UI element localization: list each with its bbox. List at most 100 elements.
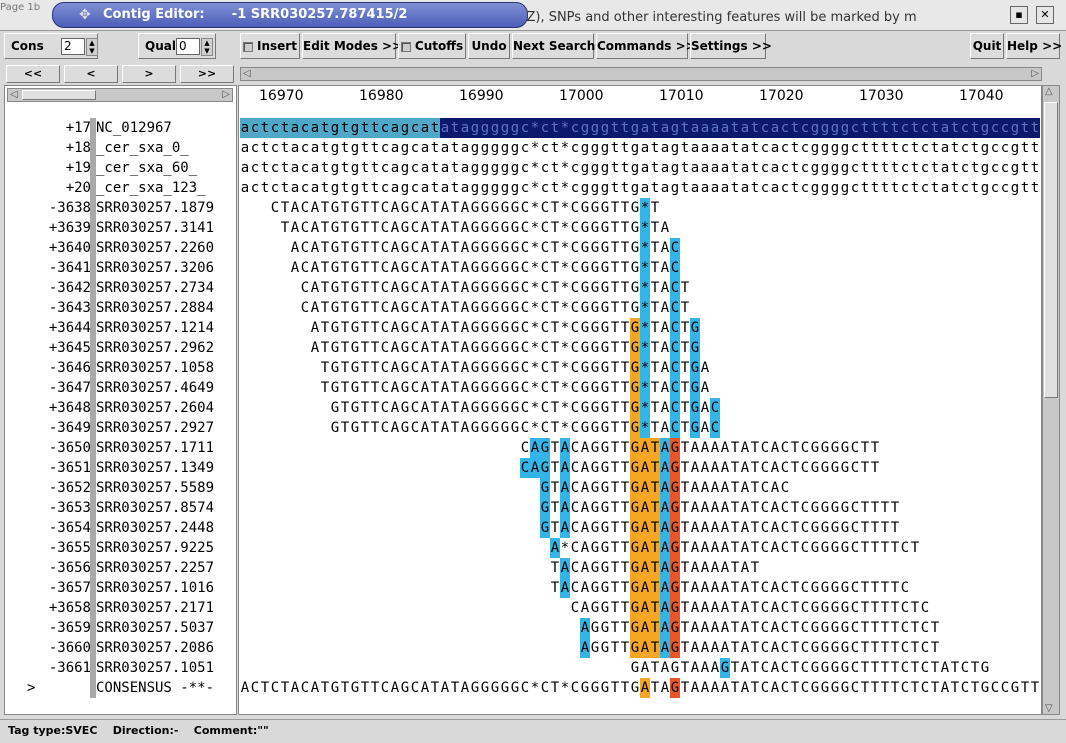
scroll-left-icon[interactable]: ◁ xyxy=(10,89,18,100)
read-name[interactable]: SRR030257.2086 xyxy=(96,638,214,658)
read-row-label[interactable]: +17 NC_012967 xyxy=(5,118,235,138)
read-row-label[interactable]: -3638 SRR030257.1879 xyxy=(5,198,235,218)
undo-button[interactable]: Undo xyxy=(468,33,510,59)
sequence-text[interactable]: C A T G T G T T C A G C A T A T A G G G G G C * C T * C G G G T T G * T A C T xyxy=(300,278,690,298)
down-arrow-icon[interactable]: ▼ xyxy=(202,47,212,55)
read-name[interactable]: SRR030257.1711 xyxy=(96,438,214,458)
sequence-row[interactable]: a c t c t a c a t g t g t t c a g c a t a t a g g g g g c * c t * c g g g t t g… xyxy=(239,158,1041,178)
read-row-label[interactable]: -3642 SRR030257.2734 xyxy=(5,278,235,298)
read-name[interactable]: SRR030257.2962 xyxy=(96,338,214,358)
read-row-label[interactable]: +3639 SRR030257.3141 xyxy=(5,218,235,238)
sequence-text[interactable]: A T G T G T T C A G C A T A T A G G G G G C * C T * C G G G T T G * T A C T G xyxy=(310,338,700,358)
sequence-text[interactable]: CAGTACAGGTTGATAGTAAAATATCACTCGGGGCTT xyxy=(520,438,880,458)
read-row-label[interactable]: -3649 SRR030257.2927 xyxy=(5,418,235,438)
read-row-label[interactable]: -3651 SRR030257.1349 xyxy=(5,458,235,478)
sequence-row[interactable]: GTACAGGTTGATAGTAAAATATCACTCGGGGCTTTT xyxy=(239,518,1041,538)
sequence-text[interactable]: GATAGTAAAGTATCACTCGGGGCTTTTCTCTATCTG xyxy=(630,658,990,678)
read-name[interactable]: SRR030257.1349 xyxy=(96,458,214,478)
next-button[interactable]: > xyxy=(122,65,176,83)
read-row-label[interactable]: +3658 SRR030257.2171 xyxy=(5,598,235,618)
sequence-row[interactable]: TACAGGTTGATAGTAAAATAT xyxy=(239,558,1041,578)
title-bar[interactable]: ✥ Contig Editor: -1 SRR030257.787415/2 xyxy=(52,2,528,28)
next-search-button[interactable]: Next Search xyxy=(512,33,595,59)
read-row-label[interactable]: -3653 SRR030257.8574 xyxy=(5,498,235,518)
scroll-thumb[interactable] xyxy=(22,90,96,100)
read-name[interactable]: SRR030257.2927 xyxy=(96,418,214,438)
read-name[interactable]: SRR030257.2604 xyxy=(96,398,214,418)
scroll-down-icon[interactable]: ▽ xyxy=(1045,703,1053,714)
sequence-row[interactable]: GATAGTAAAGTATCACTCGGGGCTTTTCTCTATCTG xyxy=(239,658,1041,678)
read-name[interactable]: SRR030257.2260 xyxy=(96,238,214,258)
close-icon[interactable]: ✕ xyxy=(1036,6,1054,24)
read-row-label[interactable]: +19 _cer_sxa_60_ xyxy=(5,158,235,178)
sequence-row[interactable]: CAGTACAGGTTGATAGTAAAATATCACTCGGGGCTT xyxy=(239,438,1041,458)
scroll-thumb[interactable] xyxy=(1044,102,1058,398)
sequence-text[interactable]: CAGGTTGATAGTAAAATATCACTCGGGGCTTTTCTC xyxy=(570,598,930,618)
sequence-text[interactable]: a c t c t a c a t g t g t t c a g c a t a t a g g g g g c * c t * c g g g t t g… xyxy=(240,178,1040,198)
sequence-text[interactable]: C T A C A T G T G T T C A G C A T A T A G G G G G C * C T * C G G G T T G * T xyxy=(270,198,660,218)
read-name[interactable]: _cer_sxa_0_ xyxy=(96,138,189,158)
sequence-text[interactable]: AGGTTGATAGTAAAATATCACTCGGGGCTTTTCTCT xyxy=(580,638,940,658)
sequence-text[interactable]: a c t c t a c a t g t g t t c a g c a t a t a g g g g g c * c t * c g g g t t g… xyxy=(240,138,1040,158)
sequence-text[interactable]: T A C A T G T G T T C A G C A T A T A G G G G G C * C T * C G G G T T G * T A xyxy=(280,218,670,238)
read-name[interactable]: SRR030257.1051 xyxy=(96,658,214,678)
sequence-row[interactable]: T G T G T T C A G C A T A T A G G G G G C * C T * C G G G T T G * T A C T G A xyxy=(239,358,1041,378)
names-scrollbar[interactable]: ◁ ▷ xyxy=(7,88,233,102)
scroll-left-icon[interactable]: ◁ xyxy=(243,68,251,79)
sequence-row[interactable]: C A T G T G T T C A G C A T A T A G G G G G C * C T * C G G G T T G * T A C T xyxy=(239,298,1041,318)
commands-button[interactable]: Commands >> xyxy=(596,33,696,59)
sequence-row[interactable]: CAGTACAGGTTGATAGTAAAATATCACTCGGGGCTT xyxy=(239,458,1041,478)
vertical-scrollbar[interactable]: △ ▽ xyxy=(1042,85,1060,715)
read-row-label[interactable]: -3643 SRR030257.2884 xyxy=(5,298,235,318)
read-name[interactable]: SRR030257.5037 xyxy=(96,618,214,638)
scroll-right-icon[interactable]: ▷ xyxy=(222,89,230,100)
read-row-label[interactable]: -3657 SRR030257.1016 xyxy=(5,578,235,598)
sequence-text[interactable]: G T G T T C A G C A T A T A G G G G G C * C T * C G G G T T G * T A C T G A C xyxy=(330,418,720,438)
read-row-label[interactable]: +3648 SRR030257.2604 xyxy=(5,398,235,418)
cutoffs-toggle[interactable]: Cutoffs xyxy=(398,33,466,59)
read-row-label[interactable]: -3646 SRR030257.1058 xyxy=(5,358,235,378)
sequence-text[interactable]: A C A T G T G T T C A G C A T A T A G G G G G C * C T * C G G G T T G * T A C xyxy=(290,238,680,258)
sequence-text[interactable]: a c t c t a c a t g t g t t c a g c a t a t a g g g g g c * c t * c g g g t t g… xyxy=(240,158,1040,178)
edit-modes-button[interactable]: Edit Modes >> xyxy=(302,33,402,59)
up-arrow-icon[interactable]: ▲ xyxy=(87,39,97,47)
sequence-text[interactable]: GTACAGGTTGATAGTAAAATATCAC xyxy=(540,478,790,498)
sequence-text[interactable]: A C A T G T G T T C A G C A T A T A G G G G G C * C T * C G G G T T G * T A C xyxy=(290,258,680,278)
qual-input[interactable]: 0 xyxy=(176,38,200,55)
quit-button[interactable]: Quit xyxy=(970,33,1004,59)
insert-toggle[interactable]: Insert xyxy=(240,33,300,59)
sequence-row[interactable]: A C A T G T G T T C A G C A T A T A G G G G G C * C T * C G G G T T G * T A C xyxy=(239,258,1041,278)
sequence-text[interactable]: a c t c t a c a t g t g t t c a g c a t a t a g g g g g c * c t * c g g g t t g… xyxy=(240,118,1040,138)
sequence-row[interactable]: A * C A G G T T G A T A G T A A A A T A T C A C T C G G G G C T T T T C T xyxy=(239,538,1041,558)
sequence-text[interactable]: C A T G T G T T C A G C A T A T A G G G G G C * C T * C G G G T T G * T A C T xyxy=(300,298,690,318)
last-button[interactable]: >> xyxy=(180,65,234,83)
sequence-row[interactable]: A T G T G T T C A G C A T A T A G G G G G C * C T * C G G G T T G * T A C T G xyxy=(239,338,1041,358)
down-arrow-icon[interactable]: ▼ xyxy=(87,47,97,55)
qual-stepper[interactable]: ▲ ▼ xyxy=(201,38,213,56)
sequence-text[interactable]: T G T G T T C A G C A T A T A G G G G G C * C T * C G G G T T G * T A C T G A xyxy=(320,358,710,378)
sequence-row[interactable]: TACAGGTTGATAGTAAAATATCACTCGGGGCTTTTC xyxy=(239,578,1041,598)
scroll-right-icon[interactable]: ▷ xyxy=(1031,68,1039,79)
sequence-text[interactable]: TACAGGTTGATAGTAAAATATCACTCGGGGCTTTTC xyxy=(550,578,910,598)
cons-input[interactable]: 2 xyxy=(61,38,85,55)
read-name[interactable]: _cer_sxa_123_ xyxy=(96,178,206,198)
sequence-row[interactable]: C T A C A T G T G T T C A G C A T A T A G G G G G C * C T * C G G G T T G * T xyxy=(239,198,1041,218)
read-name[interactable]: SRR030257.5589 xyxy=(96,478,214,498)
sequence-text[interactable]: TACAGGTTGATAGTAAAATAT xyxy=(550,558,760,578)
sequence-text[interactable]: A T G T G T T C A G C A T A T A G G G G G C * C T * C G G G T T G * T A C T G xyxy=(310,318,700,338)
first-button[interactable]: << xyxy=(6,65,60,83)
read-row-label[interactable]: -3659 SRR030257.5037 xyxy=(5,618,235,638)
sequence-row[interactable]: A C A T G T G T T C A G C A T A T A G G G G G C * C T * C G G G T T G * T A C xyxy=(239,238,1041,258)
read-row-label[interactable]: -3654 SRR030257.2448 xyxy=(5,518,235,538)
read-row-label[interactable]: -3660 SRR030257.2086 xyxy=(5,638,235,658)
read-row-label[interactable]: -3656 SRR030257.2257 xyxy=(5,558,235,578)
help-button[interactable]: Help >> xyxy=(1006,33,1062,59)
read-name[interactable]: SRR030257.2734 xyxy=(96,278,214,298)
read-row-label[interactable]: -3647 SRR030257.4649 xyxy=(5,378,235,398)
prev-button[interactable]: < xyxy=(64,65,118,83)
sequence-row[interactable]: GTACAGGTTGATAGTAAAATATCAC xyxy=(239,478,1041,498)
sequence-text[interactable]: A C T C T A C A T G T G T T C A G C A T A T A G G G G G C * C T * C G G G T T G… xyxy=(240,678,1040,698)
cons-stepper[interactable]: ▲ ▼ xyxy=(86,38,98,56)
sequence-row[interactable]: T A C A T G T G T T C A G C A T A T A G G G G G C * C T * C G G G T T G * T A xyxy=(239,218,1041,238)
read-row-label[interactable]: +3640 SRR030257.2260 xyxy=(5,238,235,258)
